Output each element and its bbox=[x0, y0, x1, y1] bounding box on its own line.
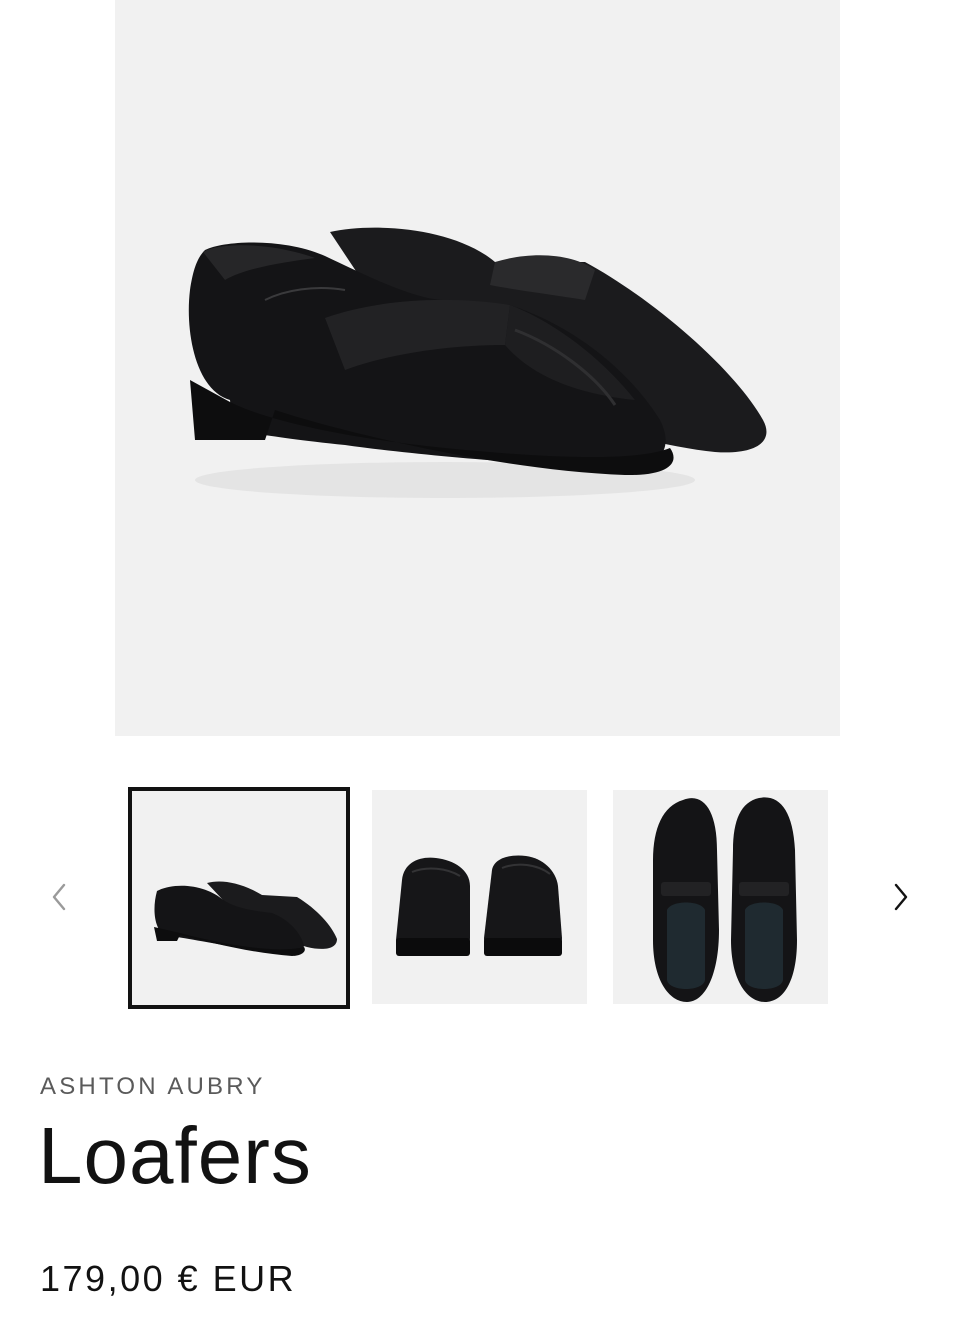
chevron-right-icon bbox=[894, 883, 908, 911]
loafers-pair-image bbox=[188, 227, 767, 498]
loafers-back-view-image bbox=[396, 855, 562, 956]
loafers-side-view-image bbox=[154, 881, 337, 956]
product-title: Loafers bbox=[38, 1111, 312, 1200]
chevron-left-icon bbox=[52, 883, 66, 911]
product-vendor: ASHTON AUBRY bbox=[40, 1073, 266, 1100]
thumbnail-back-view[interactable] bbox=[372, 790, 587, 1004]
thumbnail-top-view[interactable] bbox=[613, 790, 828, 1004]
thumbnail-slider bbox=[0, 786, 960, 1009]
main-product-image[interactable] bbox=[115, 0, 840, 736]
loafers-top-view-image bbox=[653, 797, 797, 1002]
thumbnail-side-view[interactable] bbox=[128, 787, 350, 1009]
product-price: 179,00 € EUR bbox=[40, 1258, 297, 1299]
slider-prev-button[interactable] bbox=[39, 875, 79, 919]
slider-next-button[interactable] bbox=[881, 875, 921, 919]
